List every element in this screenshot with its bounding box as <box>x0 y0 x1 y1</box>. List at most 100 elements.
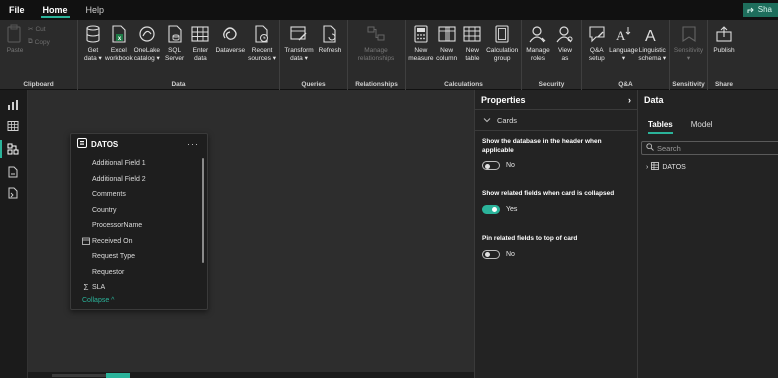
field-label: Additional Field 1 <box>92 160 146 168</box>
sensitivity-button[interactable]: Sensitivity ▾ <box>672 22 705 90</box>
page-tabs-scrollbar[interactable] <box>28 372 474 378</box>
copy-label: Copy <box>34 38 50 46</box>
share-button[interactable]: Sha <box>742 3 778 17</box>
dax-query-view-icon[interactable] <box>6 165 20 179</box>
paste-button[interactable]: Paste <box>2 22 28 90</box>
search-icon <box>646 143 654 153</box>
relationships-icon <box>366 24 386 44</box>
sensitivity-label-2: ▾ <box>686 55 691 62</box>
collapse-link[interactable]: Collapse ^ <box>71 297 207 304</box>
excel-icon: x <box>109 24 129 44</box>
table-grid-icon <box>190 24 210 44</box>
language-label-2: ▾ <box>621 55 626 62</box>
manage-roles-button[interactable]: Manage roles <box>524 22 552 90</box>
table-card-fields: Additional Field 1 Additional Field 2 Co… <box>71 156 207 304</box>
recent-sources-button[interactable]: Recent sources ▾ <box>247 22 277 90</box>
scroll-thumb[interactable] <box>106 373 130 378</box>
linguistic-schema-button[interactable]: A Linguistic schema ▾ <box>638 22 667 90</box>
tree-item-datos[interactable]: › DATOS <box>646 162 686 172</box>
collapse-pane-icon[interactable]: › <box>628 95 631 105</box>
calc-group-label-1: Calculation <box>486 47 519 54</box>
field-label: Request Type <box>92 253 136 261</box>
field-row[interactable]: Requestor <box>71 265 207 281</box>
field-row[interactable]: Comments <box>71 187 207 203</box>
toggle-show-database[interactable] <box>482 161 500 170</box>
toggle-show-related[interactable] <box>482 204 500 214</box>
manage-relationships-button[interactable]: Manage relationships <box>350 22 402 90</box>
dataverse-button[interactable]: Dataverse <box>213 22 247 90</box>
dataverse-icon <box>220 24 240 44</box>
get-data-button[interactable]: Get data ▾ <box>80 22 106 90</box>
field-row[interactable]: Additional Field 1 <box>71 156 207 172</box>
toggle-pin-related[interactable] <box>482 249 500 259</box>
cards-section[interactable]: Cards <box>475 110 637 131</box>
language-button[interactable]: A Language ▾ <box>609 22 638 90</box>
publish-button[interactable]: Publish <box>710 22 738 90</box>
more-options-icon[interactable]: ··· <box>187 139 199 149</box>
new-table-button[interactable]: New table <box>460 22 486 90</box>
new-column-label-1: New <box>440 47 454 54</box>
field-row[interactable]: Received On <box>71 234 207 250</box>
publish-label: Publish <box>713 47 735 54</box>
sql-server-button[interactable]: SQL Server <box>162 22 188 90</box>
field-row[interactable]: Country <box>71 203 207 219</box>
field-row[interactable]: ProcessorName <box>71 218 207 234</box>
onelake-catalog-button[interactable]: OneLake catalog ▾ <box>132 22 162 90</box>
menu-help[interactable]: Help <box>77 0 114 20</box>
group-label-sensitivity: Sensitivity <box>672 81 705 88</box>
table-card-header[interactable]: DATOS ··· <box>71 134 207 154</box>
view-as-button[interactable]: View as <box>552 22 578 90</box>
ribbon: Paste ✂ Cut ⧉ Copy Clipboard Get data ▾ x <box>0 20 778 90</box>
new-measure-label-1: New <box>414 47 428 54</box>
menu-home[interactable]: Home <box>34 0 77 20</box>
group-label-relationships: Relationships <box>355 81 398 88</box>
sql-label-2: Server <box>165 55 185 62</box>
tab-model[interactable]: Model <box>691 120 713 132</box>
refresh-button[interactable]: Refresh <box>316 22 344 90</box>
field-row[interactable]: Σ SLA <box>71 280 207 296</box>
ribbon-group-clipboard: Paste ✂ Cut ⧉ Copy Clipboard <box>0 20 78 90</box>
recent-sources-icon <box>252 24 272 44</box>
transform-data-button[interactable]: Transform data ▾ <box>282 22 316 90</box>
table-card-title: DATOS <box>91 139 119 149</box>
language-icon: A <box>614 24 634 44</box>
calculator-icon <box>411 24 431 44</box>
roles-icon <box>528 24 548 44</box>
field-row[interactable]: Request Type <box>71 249 207 265</box>
data-pane: Data Tables Model › DATOS <box>637 90 778 378</box>
menu-bar: File Home Help Sha <box>0 0 778 20</box>
new-column-button[interactable]: New column <box>434 22 460 90</box>
tmdl-view-icon[interactable] <box>6 186 20 200</box>
excel-workbook-button[interactable]: x Excel workbook <box>105 22 133 90</box>
view-as-icon <box>555 24 575 44</box>
model-view-icon[interactable] <box>0 140 20 158</box>
tab-tables[interactable]: Tables <box>648 120 673 134</box>
new-measure-button[interactable]: New measure <box>408 22 434 90</box>
data-pane-title: Data <box>644 95 664 105</box>
table-view-icon[interactable] <box>6 119 20 133</box>
option-title: Show the database in the header when app… <box>482 138 602 154</box>
search-input[interactable] <box>657 143 767 153</box>
cut-button[interactable]: ✂ Cut <box>28 25 50 34</box>
group-label-security: Security <box>538 81 565 88</box>
card-scrollbar[interactable] <box>202 158 204 263</box>
field-row[interactable]: Additional Field 2 <box>71 172 207 188</box>
report-view-icon[interactable] <box>6 98 20 112</box>
get-data-label-1: Get <box>87 47 99 54</box>
new-column-label-2: column <box>436 55 458 62</box>
qa-setup-label-1: Q&A <box>589 47 604 54</box>
table-card-datos[interactable]: DATOS ··· Additional Field 1 Additional … <box>70 133 208 310</box>
tree-item-label: DATOS <box>662 163 686 171</box>
menu-file[interactable]: File <box>0 0 34 20</box>
copy-button[interactable]: ⧉ Copy <box>28 38 50 46</box>
toggle-value: No <box>506 250 515 258</box>
qa-setup-button[interactable]: Q&A setup <box>584 22 610 90</box>
new-table-label-2: table <box>465 55 480 62</box>
enter-data-button[interactable]: Enter data <box>188 22 214 90</box>
view-as-label-2: as <box>561 55 569 62</box>
ribbon-group-sensitivity: Sensitivity ▾ Sensitivity <box>670 20 708 90</box>
new-measure-label-2: measure <box>408 55 434 62</box>
search-box[interactable] <box>641 141 778 155</box>
calculation-group-button[interactable]: Calculation group <box>485 22 519 90</box>
properties-pane: Properties › Cards Show the database in … <box>474 90 637 378</box>
